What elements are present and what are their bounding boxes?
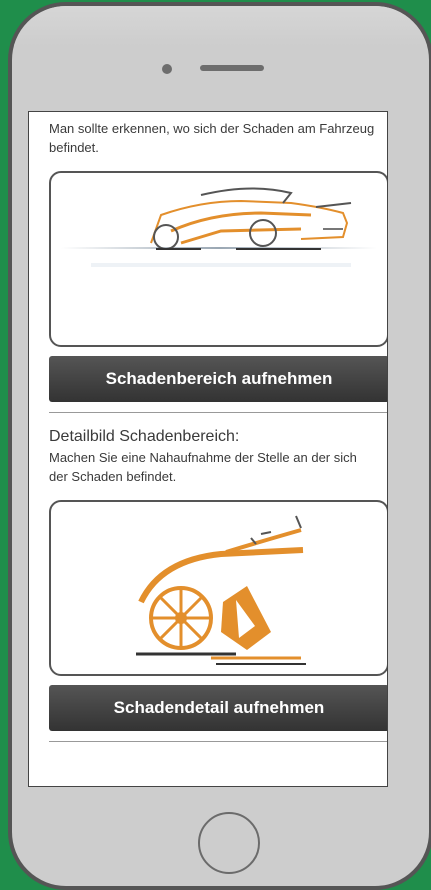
damage-area-image[interactable] [49, 171, 387, 347]
home-button-icon[interactable] [198, 812, 260, 874]
speaker-icon [200, 65, 264, 71]
section-divider [49, 412, 387, 413]
damage-detail-image[interactable] [49, 500, 387, 676]
detail-section-title: Detailbild Schadenbereich: [49, 428, 240, 445]
capture-damage-area-button[interactable]: Schadenbereich aufnehmen [49, 356, 387, 402]
section-divider [49, 741, 387, 742]
capture-damage-detail-button[interactable]: Schadendetail aufnehmen [49, 685, 387, 731]
intro-text: Man sollte erkennen, wo sich der Schaden… [49, 121, 375, 155]
car-front-wheel-closeup-illustration [136, 515, 306, 665]
screen-content: Man sollte erkennen, wo sich der Schaden… [29, 112, 387, 742]
front-camera-icon [162, 64, 172, 74]
phone-top-shade [12, 6, 429, 46]
phone-screen: Man sollte erkennen, wo sich der Schaden… [28, 111, 388, 787]
detail-section-text: Machen Sie eine Nahaufnahme der Stelle a… [49, 450, 357, 484]
car-side-illustration [61, 187, 377, 267]
